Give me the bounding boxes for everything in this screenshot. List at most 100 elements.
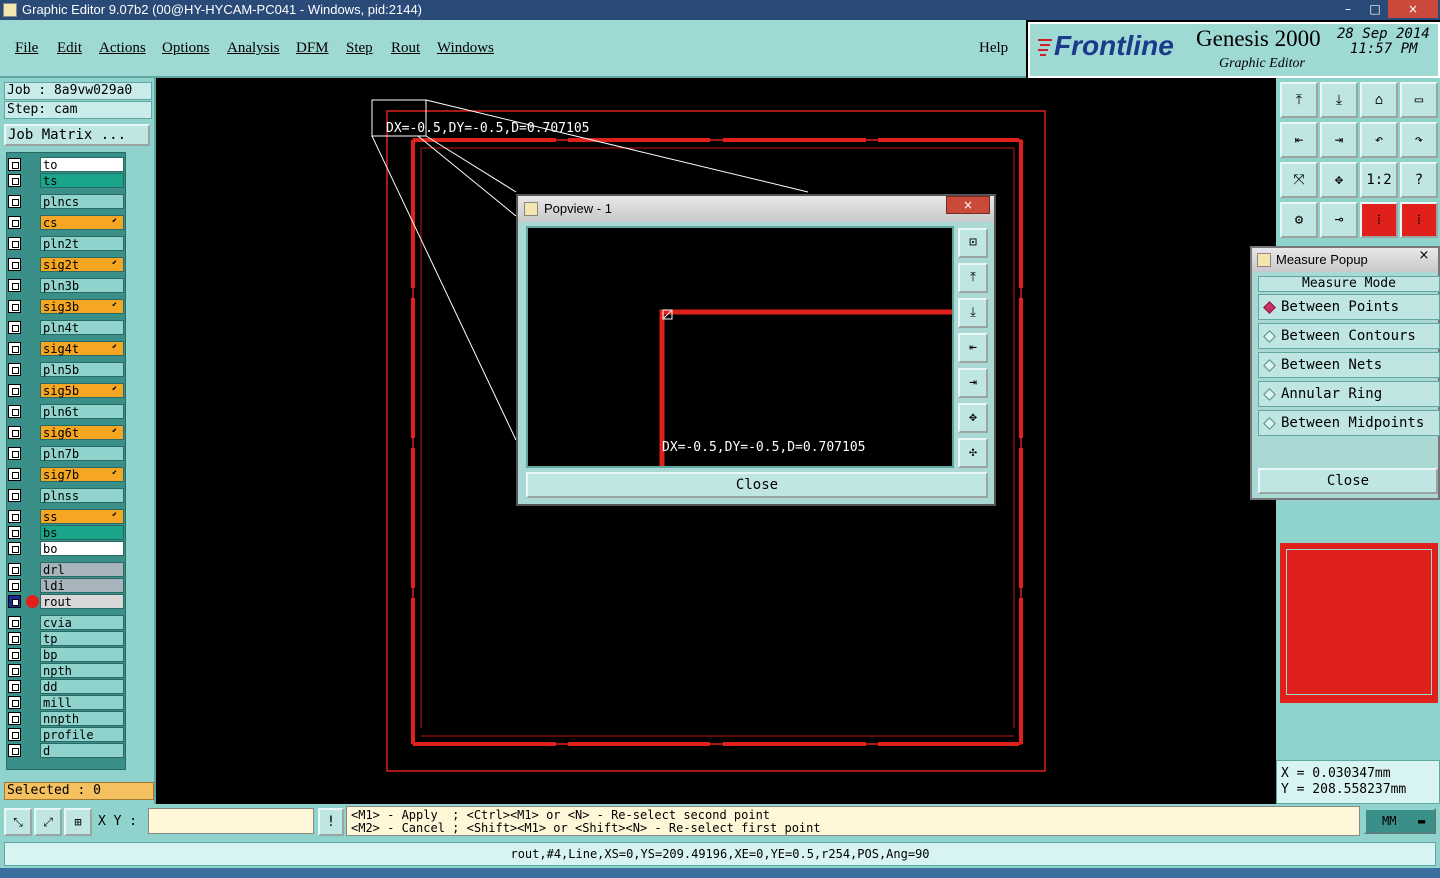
layer-checkbox[interactable] <box>8 728 21 741</box>
layer-red-button[interactable]: ⁞ <box>1360 202 1398 238</box>
layer-checkbox[interactable] <box>8 542 21 555</box>
layer-row-sig6t[interactable]: sig6t ⬋ <box>8 425 126 440</box>
layer-red2-button[interactable]: ⁞ <box>1400 202 1438 238</box>
layer-name[interactable]: bp <box>40 647 124 662</box>
layer-row-cvia[interactable]: cvia <box>8 615 126 630</box>
layer-name[interactable]: bo <box>40 541 124 556</box>
layer-name[interactable]: d <box>40 743 124 758</box>
layer-row-pln6t[interactable]: pln6t <box>8 404 126 419</box>
layer-row-plnss[interactable]: plnss <box>8 488 126 503</box>
layer-row-pln5b[interactable]: pln5b <box>8 362 126 377</box>
layer-name[interactable]: rout <box>40 594 124 609</box>
units-select[interactable]: MM ▬ <box>1364 808 1436 834</box>
layer-row-bo[interactable]: bo <box>8 541 126 556</box>
layer-checkbox[interactable] <box>8 300 21 313</box>
menu-file[interactable]: File <box>15 40 38 57</box>
select-tool-button[interactable]: ⤡ <box>4 808 32 836</box>
layer-name[interactable]: pln5b <box>40 362 124 377</box>
filter-button[interactable]: ⚙ <box>1280 202 1318 238</box>
layer-row-tp[interactable]: tp <box>8 631 126 646</box>
popview-canvas[interactable]: DX=-0.5,DY=-0.5,D=0.707105 <box>526 226 954 468</box>
layer-checkbox[interactable] <box>8 258 21 271</box>
menu-dfm[interactable]: DFM <box>296 40 329 57</box>
snap-button[interactable]: ⊸ <box>1320 202 1358 238</box>
menu-help[interactable]: Help <box>979 40 1008 57</box>
layer-row-rout[interactable]: rout <box>8 594 126 609</box>
undo-button[interactable]: ↶ <box>1360 122 1398 158</box>
layer-checkbox[interactable] <box>8 648 21 661</box>
layer-checkbox[interactable] <box>8 680 21 693</box>
pan-left-button[interactable]: ⇤ <box>958 333 988 363</box>
layer-name[interactable]: dd <box>40 679 124 694</box>
help-button[interactable]: ? <box>1400 162 1438 198</box>
layer-row-dd[interactable]: dd <box>8 679 126 694</box>
expand-button[interactable]: ✥ <box>958 403 988 433</box>
layer-name[interactable]: npth <box>40 663 124 678</box>
warning-button[interactable]: ! <box>318 808 344 836</box>
layer-name[interactable]: bs <box>40 525 124 540</box>
pan-right-button[interactable]: ⇥ <box>958 368 988 398</box>
layer-row-mill[interactable]: mill <box>8 695 126 710</box>
layer-row-bp[interactable]: bp <box>8 647 126 662</box>
measure-option-between-nets[interactable]: Between Nets <box>1258 352 1440 378</box>
layer-checkbox[interactable] <box>8 158 21 171</box>
layer-row-bs[interactable]: bs <box>8 525 126 540</box>
minimize-button[interactable]: – <box>1334 0 1362 18</box>
layer-name[interactable]: to <box>40 157 124 172</box>
layer-name[interactable]: cvia <box>40 615 124 630</box>
zoom-out-button[interactable]: ⤓ <box>958 298 988 328</box>
layer-checkbox[interactable] <box>8 696 21 709</box>
xy-input[interactable] <box>148 808 314 834</box>
layer-row-ldi[interactable]: ldi <box>8 578 126 593</box>
menu-windows[interactable]: Windows <box>437 40 494 57</box>
layer-checkbox[interactable] <box>8 579 21 592</box>
pan-right-button[interactable]: ⇥ <box>1320 122 1358 158</box>
layer-checkbox[interactable] <box>8 174 21 187</box>
zoom-out-button[interactable]: ⌂ <box>1360 82 1398 118</box>
maximize-button[interactable]: □ <box>1362 0 1388 18</box>
zoom-home-button[interactable]: ⤒ <box>1280 82 1318 118</box>
layer-name[interactable]: pln4t <box>40 320 124 335</box>
layer-checkbox[interactable] <box>8 468 21 481</box>
layer-name[interactable]: ldi <box>40 578 124 593</box>
overview-map[interactable] <box>1280 543 1438 703</box>
menu-options[interactable]: Options <box>162 40 210 57</box>
layer-checkbox[interactable] <box>8 195 21 208</box>
layer-checkbox[interactable] <box>8 616 21 629</box>
pan-left-button[interactable]: ⇤ <box>1280 122 1318 158</box>
layer-checkbox[interactable] <box>8 712 21 725</box>
layer-row-cs[interactable]: cs ⬋ <box>8 215 126 230</box>
measure-option-between-midpoints[interactable]: Between Midpoints <box>1258 410 1440 436</box>
layer-checkbox[interactable] <box>8 563 21 576</box>
layer-name[interactable]: drl <box>40 562 124 577</box>
layer-row-pln7b[interactable]: pln7b <box>8 446 126 461</box>
scale-button[interactable]: 1:2 <box>1360 162 1398 198</box>
zoom-window-button[interactable]: ▭ <box>1400 82 1438 118</box>
layer-name[interactable]: tp <box>40 631 124 646</box>
layer-name[interactable]: nnpth <box>40 711 124 726</box>
layer-checkbox[interactable] <box>8 426 21 439</box>
layer-row-sig7b[interactable]: sig7b ⬋ <box>8 467 126 482</box>
menu-step[interactable]: Step <box>346 40 373 57</box>
layer-row-sig2t[interactable]: sig2t ⬋ <box>8 257 126 272</box>
layer-row-drl[interactable]: drl <box>8 562 126 577</box>
layer-row-sig3b[interactable]: sig3b ⬋ <box>8 299 126 314</box>
layer-checkbox[interactable] <box>8 664 21 677</box>
layer-row-nnpth[interactable]: nnpth <box>8 711 126 726</box>
layer-checkbox[interactable] <box>8 237 21 250</box>
measure-option-between-points[interactable]: Between Points <box>1258 294 1440 320</box>
layer-row-d[interactable]: d <box>8 743 126 758</box>
layer-row-pln4t[interactable]: pln4t <box>8 320 126 335</box>
layer-name[interactable]: pln2t <box>40 236 124 251</box>
layer-name[interactable]: ts <box>40 173 124 188</box>
layer-checkbox[interactable] <box>8 384 21 397</box>
measure-option-annular-ring[interactable]: Annular Ring <box>1258 381 1440 407</box>
layer-checkbox[interactable] <box>8 342 21 355</box>
popview-close-x[interactable]: × <box>946 196 990 214</box>
measure-tool-button[interactable]: ⤢ <box>34 808 62 836</box>
layer-name[interactable]: plnss <box>40 488 124 503</box>
layer-row-plncs[interactable]: plncs <box>8 194 126 209</box>
layer-row-sig4t[interactable]: sig4t ⬋ <box>8 341 126 356</box>
zoom-in-button[interactable]: ⤓ <box>1320 82 1358 118</box>
layer-row-pln3b[interactable]: pln3b <box>8 278 126 293</box>
